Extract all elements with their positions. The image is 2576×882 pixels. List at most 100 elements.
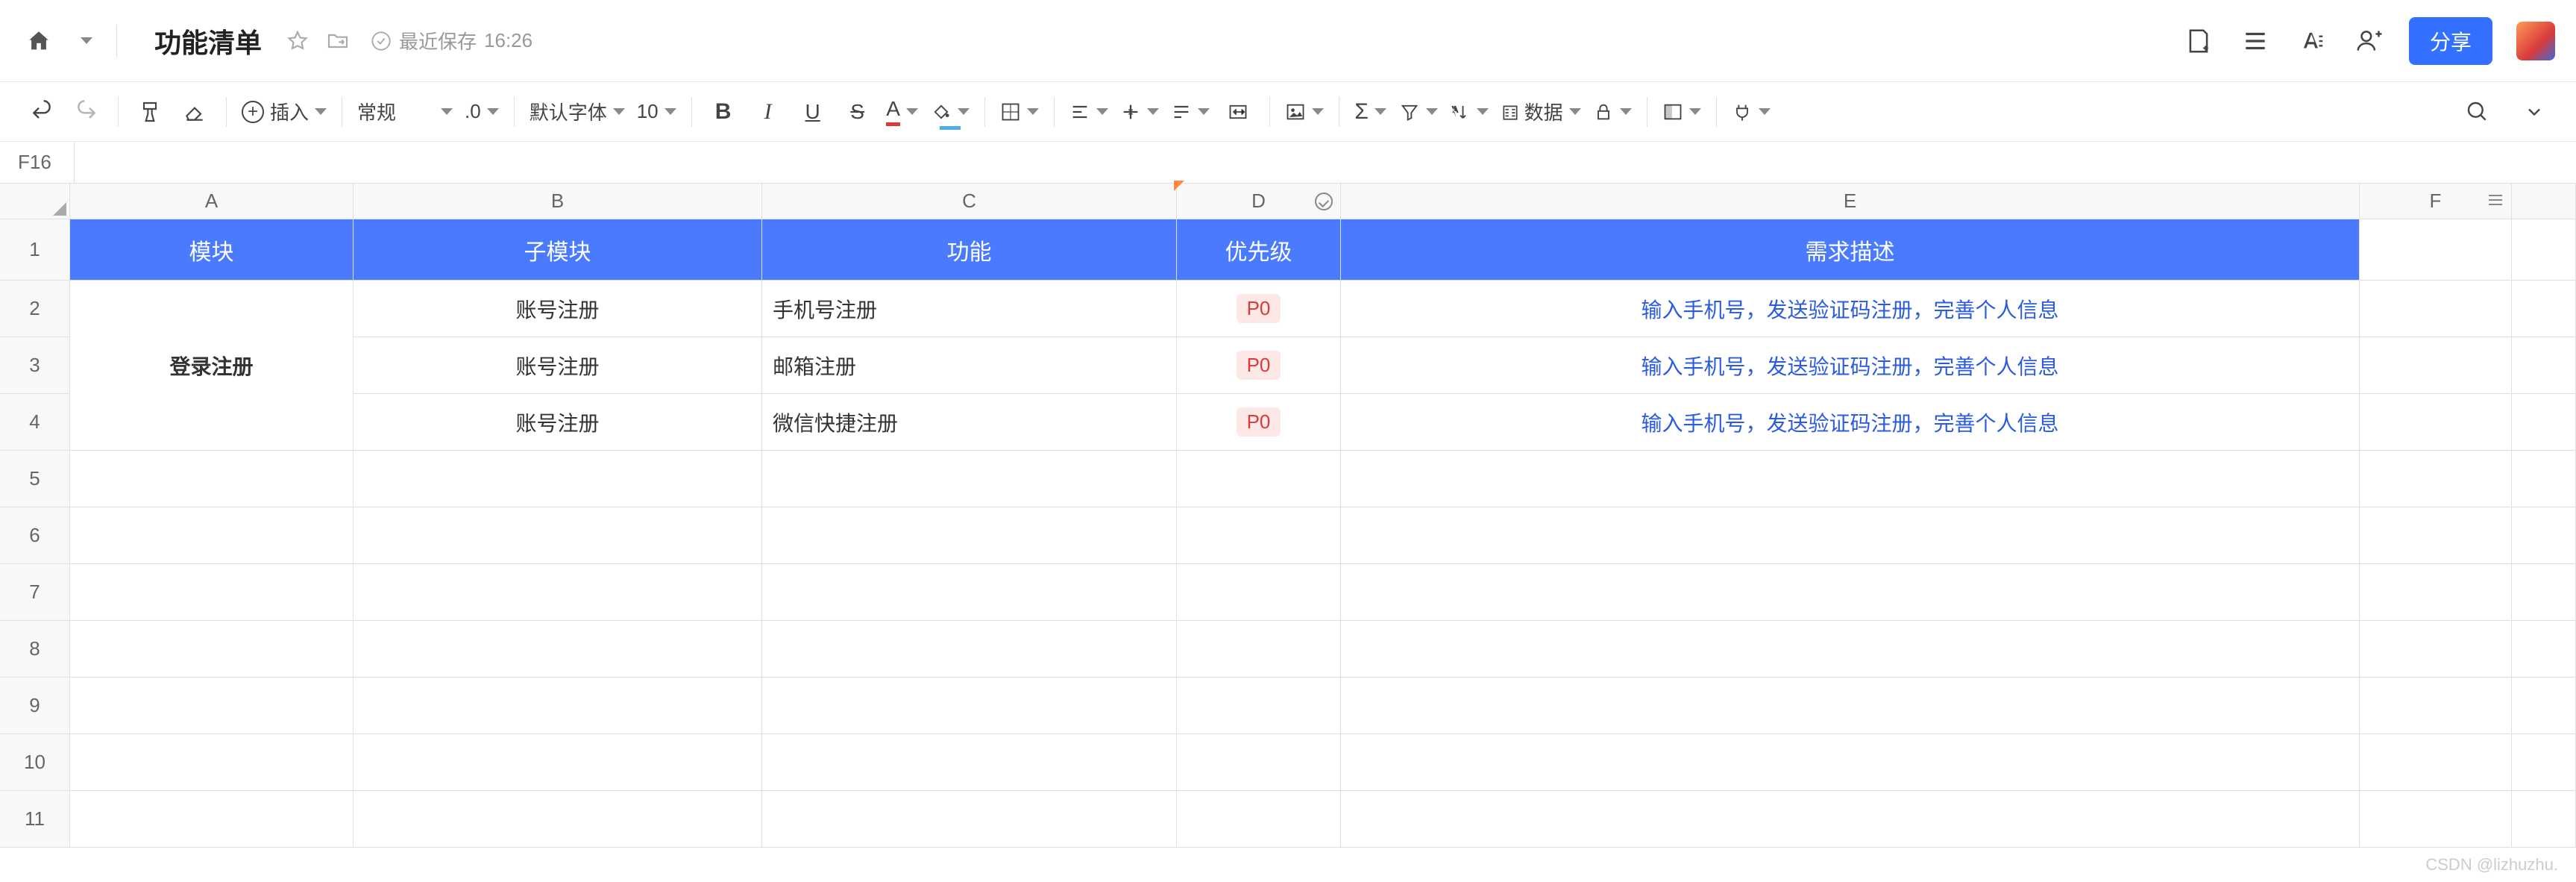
sort-button[interactable]: [1445, 91, 1493, 133]
cell-f11[interactable]: [2360, 791, 2512, 848]
redo-button[interactable]: [66, 91, 107, 133]
row-head-3[interactable]: 3: [0, 337, 70, 394]
cell-a11[interactable]: [70, 791, 354, 848]
cell-d3[interactable]: P0: [1177, 337, 1341, 394]
row-head-1[interactable]: 1: [0, 219, 70, 281]
cell-c5[interactable]: [762, 451, 1177, 507]
filter-button[interactable]: [1395, 91, 1442, 133]
cell-c6[interactable]: [762, 507, 1177, 564]
decimal-button[interactable]: .0: [460, 91, 503, 133]
document-title[interactable]: 功能清单: [154, 22, 262, 60]
list-button[interactable]: [2239, 25, 2272, 57]
cell-a5[interactable]: [70, 451, 354, 507]
border-button[interactable]: [996, 91, 1043, 133]
text-style-button[interactable]: [2296, 25, 2328, 57]
cell-b11[interactable]: [354, 791, 762, 848]
cell-e2[interactable]: 输入手机号，发送验证码注册，完善个人信息: [1341, 281, 2360, 337]
cell-d8[interactable]: [1177, 621, 1341, 678]
cell-e4[interactable]: 输入手机号，发送验证码注册，完善个人信息: [1341, 394, 2360, 451]
cell-b3[interactable]: 账号注册: [354, 337, 762, 394]
cell-f9[interactable]: [2360, 678, 2512, 734]
cell-d10[interactable]: [1177, 734, 1341, 791]
user-avatar[interactable]: [2516, 22, 2555, 60]
row-head-10[interactable]: 10: [0, 734, 70, 791]
cell-b6[interactable]: [354, 507, 762, 564]
number-format-button[interactable]: 常规: [353, 91, 457, 133]
cell-f8[interactable]: [2360, 621, 2512, 678]
row-head-7[interactable]: 7: [0, 564, 70, 621]
plugin-button[interactable]: [1727, 91, 1775, 133]
header-cell-submodule[interactable]: 子模块: [354, 219, 762, 281]
cell-a8[interactable]: [70, 621, 354, 678]
header-cell-desc[interactable]: 需求描述: [1341, 219, 2360, 281]
cell-f1[interactable]: [2360, 219, 2512, 281]
cell-f5[interactable]: [2360, 451, 2512, 507]
cell-c8[interactable]: [762, 621, 1177, 678]
cell-e10[interactable]: [1341, 734, 2360, 791]
cell-c2[interactable]: 手机号注册: [762, 281, 1177, 337]
row-head-9[interactable]: 9: [0, 678, 70, 734]
cell-b9[interactable]: [354, 678, 762, 734]
cell-b8[interactable]: [354, 621, 762, 678]
fill-color-button[interactable]: [926, 91, 974, 133]
row-head-8[interactable]: 8: [0, 621, 70, 678]
row-head-11[interactable]: 11: [0, 791, 70, 848]
cell-a10[interactable]: [70, 734, 354, 791]
cell-d4[interactable]: P0: [1177, 394, 1341, 451]
row-head-5[interactable]: 5: [0, 451, 70, 507]
cell-e6[interactable]: [1341, 507, 2360, 564]
cell-c4[interactable]: 微信快捷注册: [762, 394, 1177, 451]
cell-e8[interactable]: [1341, 621, 2360, 678]
cell-a7[interactable]: [70, 564, 354, 621]
cell-f7[interactable]: [2360, 564, 2512, 621]
cell-b2[interactable]: 账号注册: [354, 281, 762, 337]
align-h-button[interactable]: [1065, 91, 1113, 133]
bold-button[interactable]: B: [703, 91, 744, 133]
col-head-f[interactable]: F: [2360, 184, 2512, 219]
cell-c7[interactable]: [762, 564, 1177, 621]
cell-d11[interactable]: [1177, 791, 1341, 848]
freeze-button[interactable]: [1658, 91, 1706, 133]
cell-c11[interactable]: [762, 791, 1177, 848]
note-add-button[interactable]: [2182, 25, 2215, 57]
cell-d7[interactable]: [1177, 564, 1341, 621]
cell-d5[interactable]: [1177, 451, 1341, 507]
cell-f10[interactable]: [2360, 734, 2512, 791]
header-cell-module[interactable]: 模块: [70, 219, 354, 281]
cell-d6[interactable]: [1177, 507, 1341, 564]
cell-b5[interactable]: [354, 451, 762, 507]
cell-f4[interactable]: [2360, 394, 2512, 451]
row-head-6[interactable]: 6: [0, 507, 70, 564]
cell-f3[interactable]: [2360, 337, 2512, 394]
font-family-button[interactable]: 默认字体: [525, 91, 629, 133]
font-size-button[interactable]: 10: [632, 91, 681, 133]
share-button[interactable]: 分享: [2409, 17, 2492, 65]
row-head-4[interactable]: 4: [0, 394, 70, 451]
italic-button[interactable]: I: [747, 91, 789, 133]
underline-button[interactable]: U: [792, 91, 834, 133]
lock-button[interactable]: [1589, 91, 1636, 133]
column-filter-icon[interactable]: [2489, 195, 2505, 208]
cell-c3[interactable]: 邮箱注册: [762, 337, 1177, 394]
add-collaborator-button[interactable]: [2352, 25, 2385, 57]
move-button[interactable]: [324, 28, 351, 54]
dropdown-validation-icon[interactable]: [1315, 193, 1333, 210]
cell-e11[interactable]: [1341, 791, 2360, 848]
cell-d2[interactable]: P0: [1177, 281, 1341, 337]
wrap-button[interactable]: [1166, 91, 1214, 133]
col-head-d[interactable]: D: [1177, 184, 1341, 219]
paint-format-button[interactable]: [129, 91, 171, 133]
merge-button[interactable]: [1217, 91, 1259, 133]
home-dropdown[interactable]: [70, 20, 97, 62]
cell-e5[interactable]: [1341, 451, 2360, 507]
header-cell-feature[interactable]: 功能: [762, 219, 1177, 281]
sum-button[interactable]: Σ: [1350, 91, 1392, 133]
cell-a6[interactable]: [70, 507, 354, 564]
clear-format-button[interactable]: [174, 91, 216, 133]
cell-f2[interactable]: [2360, 281, 2512, 337]
cell-e7[interactable]: [1341, 564, 2360, 621]
cell-a-merged[interactable]: 登录注册: [70, 281, 354, 451]
undo-button[interactable]: [21, 91, 63, 133]
cell-f6[interactable]: [2360, 507, 2512, 564]
search-button[interactable]: [2457, 91, 2498, 133]
